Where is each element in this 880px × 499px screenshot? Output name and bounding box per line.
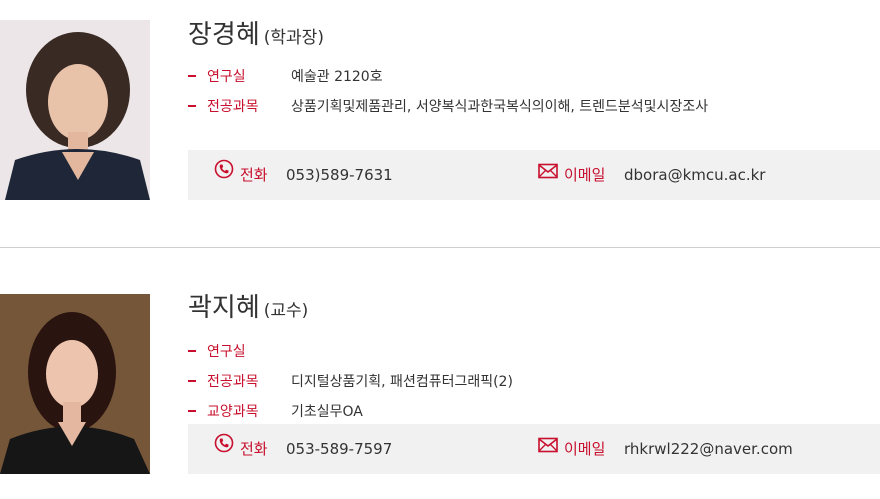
info-value: 디지털상품기획, 패션컴퓨터그래픽(2): [291, 374, 513, 390]
info-label: 전공과목: [207, 374, 259, 390]
faculty-card-1: 장경혜 (학과장) 연구실 예술관 2120호 전공과목 상품기획및제품관리, 서양복…: [0, 0, 880, 248]
phone-icon: [214, 423, 234, 473]
phone-label: 전화: [240, 440, 268, 458]
phone-contact[interactable]: 전화 053)589-7631: [214, 150, 393, 200]
info-row-major: 전공과목 디지털상품기획, 패션컴퓨터그래픽(2): [188, 371, 513, 401]
faculty-name-row: 곽지혜 (교수): [188, 287, 308, 324]
phone-number[interactable]: 053-589-7597: [286, 440, 392, 458]
email-contact[interactable]: 이메일 rhkrwl222@naver.com: [538, 424, 793, 474]
info-row-office: 연구실: [188, 341, 513, 371]
phone-contact[interactable]: 전화 053-589-7597: [214, 424, 392, 474]
bullet-dash: [188, 350, 196, 352]
info-label: 전공과목: [207, 99, 259, 115]
info-value: 기초실무OA: [291, 404, 363, 420]
info-value: 예술관 2120호: [291, 69, 383, 85]
phone-icon: [214, 149, 234, 199]
bullet-dash: [188, 105, 196, 107]
phone-number[interactable]: 053)589-7631: [286, 166, 393, 184]
contact-bar: 전화 053-589-7597 이메일 rhkrwl222@naver.com: [188, 424, 880, 474]
email-label: 이메일: [564, 166, 606, 184]
portrait-image: [0, 294, 150, 474]
faculty-title: (교수): [263, 301, 309, 321]
phone-label: 전화: [240, 166, 268, 184]
faculty-photo: [0, 20, 150, 200]
envelope-icon: [538, 149, 558, 199]
email-label: 이메일: [564, 440, 606, 458]
bullet-dash: [188, 75, 196, 77]
envelope-icon: [538, 423, 558, 473]
email-address[interactable]: rhkrwl222@naver.com: [624, 440, 793, 458]
portrait-image: [0, 20, 150, 200]
bullet-dash: [188, 380, 196, 382]
faculty-title: (학과장): [263, 28, 324, 48]
info-row-major: 전공과목 상품기획및제품관리, 서양복식과한국복식의이해, 트렌드분석및시장조사: [188, 96, 708, 126]
section-divider: [0, 247, 880, 248]
info-label: 교양과목: [207, 404, 259, 420]
info-label: 연구실: [207, 69, 246, 85]
faculty-card-2: 곽지혜 (교수) 연구실 전공과목 디지털상품기획, 패션컴퓨터그래픽(2) 교양과…: [0, 249, 880, 499]
email-contact[interactable]: 이메일 dbora@kmcu.ac.kr: [538, 150, 765, 200]
faculty-photo: [0, 294, 150, 474]
faculty-info-list: 연구실 예술관 2120호 전공과목 상품기획및제품관리, 서양복식과한국복식의이해…: [188, 66, 708, 126]
faculty-name: 곽지혜: [188, 293, 260, 323]
info-value: 상품기획및제품관리, 서양복식과한국복식의이해, 트렌드분석및시장조사: [291, 99, 709, 115]
faculty-name: 장경혜: [188, 20, 260, 50]
info-label: 연구실: [207, 344, 246, 360]
contact-bar: 전화 053)589-7631 이메일 dbora@kmcu.ac.kr: [188, 150, 880, 200]
email-address[interactable]: dbora@kmcu.ac.kr: [624, 166, 765, 184]
info-row-office: 연구실 예술관 2120호: [188, 66, 708, 96]
faculty-name-row: 장경혜 (학과장): [188, 14, 324, 51]
faculty-info-list: 연구실 전공과목 디지털상품기획, 패션컴퓨터그래픽(2) 교양과목 기초실무OA: [188, 341, 513, 431]
bullet-dash: [188, 410, 196, 412]
